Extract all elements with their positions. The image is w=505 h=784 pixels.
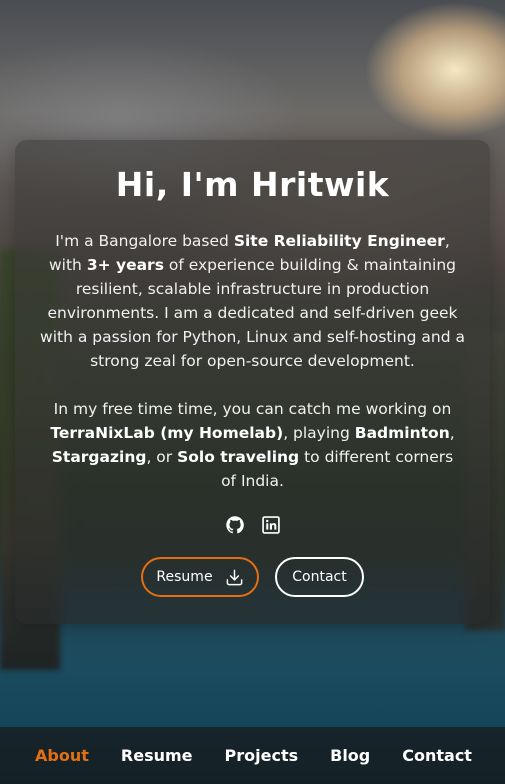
nav-item-projects[interactable]: Projects	[225, 746, 299, 765]
intro-paragraph: I'm a Bangalore based Site Reliability E…	[39, 229, 466, 373]
contact-button-label: Contact	[292, 569, 347, 585]
social-links	[39, 515, 466, 535]
hobbies-text-4: , or	[146, 448, 178, 466]
resume-button-label: Resume	[156, 569, 213, 585]
page-title: Hi, I'm Hritwik	[115, 165, 390, 204]
github-link[interactable]	[225, 515, 245, 535]
intro-text-1: I'm a Bangalore based	[55, 232, 234, 250]
hobby-solo-traveling: Solo traveling	[177, 448, 300, 466]
nav-item-about[interactable]: About	[35, 746, 89, 765]
hobbies-paragraph: In my free time time, you can catch me w…	[39, 397, 466, 493]
hobbies-text-2: , playing	[283, 424, 355, 442]
nav-item-contact[interactable]: Contact	[402, 746, 472, 765]
linkedin-link[interactable]	[261, 515, 281, 535]
hobby-stargazing: Stargazing	[51, 448, 147, 466]
action-buttons: Resume Contact	[39, 557, 466, 597]
intro-card: Hi, I'm Hritwik I'm a Bangalore based Si…	[15, 140, 490, 624]
hobbies-text-1: In my free time time, you can catch me w…	[53, 400, 452, 418]
hobby-homelab: TerraNixLab (my Homelab)	[50, 424, 284, 442]
intro-experience: 3+ years	[86, 256, 164, 274]
intro-role: Site Reliability Engineer	[233, 232, 445, 250]
bottom-navbar: About Resume Projects Blog Contact	[0, 727, 505, 784]
hobbies-text-3: ,	[449, 424, 455, 442]
linkedin-icon	[261, 516, 280, 534]
download-icon	[226, 569, 242, 585]
nav-item-blog[interactable]: Blog	[330, 746, 370, 765]
contact-button[interactable]: Contact	[275, 557, 364, 597]
github-icon	[225, 516, 244, 534]
nav-item-resume[interactable]: Resume	[121, 746, 193, 765]
resume-download-button[interactable]: Resume	[141, 557, 259, 597]
hobby-badminton: Badminton	[354, 424, 450, 442]
